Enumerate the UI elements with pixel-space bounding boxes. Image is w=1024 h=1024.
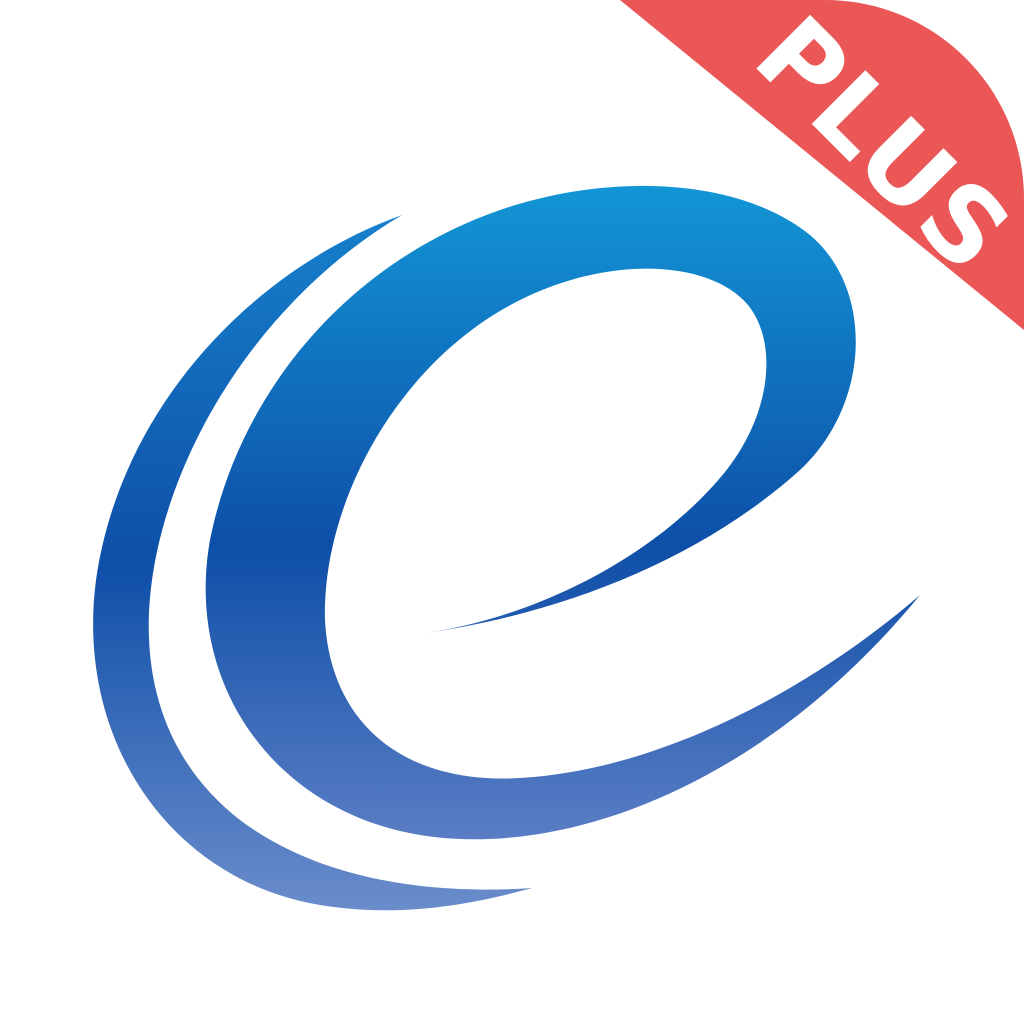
logo-e-letter: [205, 185, 921, 840]
app-icon-canvas: PLUS: [93, 0, 1024, 911]
app-icon: PLUS: [0, 0, 1024, 1024]
